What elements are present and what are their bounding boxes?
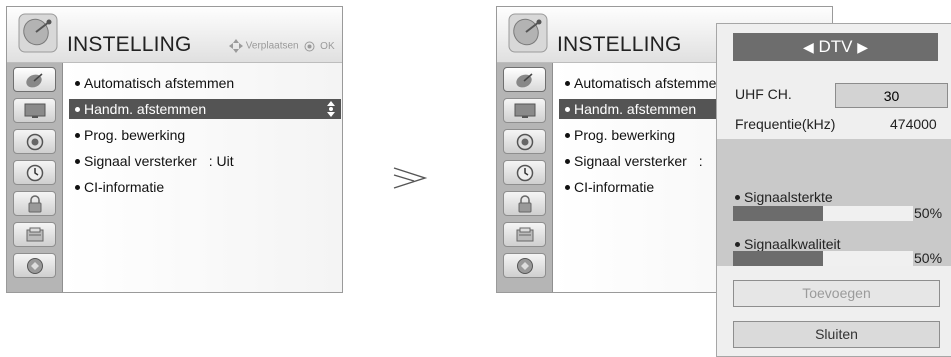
satellite-icon: [25, 72, 42, 87]
category-option[interactable]: [13, 222, 56, 247]
menu-item-label: Handm. afstemmen: [84, 101, 207, 117]
category-usb[interactable]: [13, 253, 56, 278]
satellite-icon: [515, 72, 532, 87]
frequency-label: Frequentie(kHz): [735, 116, 836, 132]
signal-strength-text: Signaalsterkte: [744, 189, 833, 205]
signal-quality-bar: [733, 251, 913, 266]
signal-strength-fill: [733, 206, 823, 221]
signal-strength-label: Signaalsterkte: [735, 189, 833, 205]
bullet: [75, 106, 80, 112]
bullet: [565, 80, 570, 86]
signal-panel: Signaalsterkte 50% Signaalkwaliteit 50%: [717, 139, 951, 266]
category-sidebar: [497, 63, 553, 292]
menu-item-label: Signaal versterker: [84, 153, 197, 169]
menu-item-label: Automatisch afstemme: [574, 75, 717, 91]
signal-quality-text: Signaalkwaliteit: [744, 236, 841, 252]
tv-screen-icon: [514, 103, 535, 118]
bullet: [735, 194, 740, 200]
menu-item-program-edit[interactable]: Prog. bewerking: [565, 125, 675, 145]
category-picture[interactable]: [503, 98, 546, 123]
menu-item-label: Signaal versterker: [574, 153, 687, 169]
bullet: [75, 80, 80, 86]
mode-label: DTV: [818, 37, 853, 56]
category-usb[interactable]: [503, 253, 546, 278]
manual-tuning-dialog: ◀ DTV ▶ UHF CH. 30 Frequentie(kHz) 47400…: [716, 23, 951, 357]
menu-item-signal-booster[interactable]: Signaal versterker : Uit: [75, 151, 234, 171]
category-channel[interactable]: [503, 67, 546, 92]
category-audio[interactable]: [13, 129, 56, 154]
menu-title: INSTELLING: [67, 33, 192, 56]
mode-selector[interactable]: ◀ DTV ▶: [733, 33, 938, 61]
menu-item-ci-info[interactable]: CI-informatie: [75, 177, 164, 197]
lock-icon: [28, 194, 41, 212]
category-sidebar: [7, 63, 63, 292]
setup-menu-left: INSTELLING Verplaatsen OK Automatisch af…: [6, 6, 343, 293]
menu-header: INSTELLING Verplaatsen OK: [7, 7, 342, 63]
frequency-value: 474000: [890, 116, 937, 132]
category-lock[interactable]: [13, 191, 56, 216]
next-step-arrow-icon: [393, 167, 428, 189]
hint-ok-label: OK: [320, 40, 335, 52]
menu-item-manual-tuning[interactable]: Handm. afstemmen: [69, 99, 341, 119]
menu-item-ci-info[interactable]: CI-informatie: [565, 177, 654, 197]
speaker-icon: [516, 133, 533, 150]
menu-item-auto-tuning[interactable]: Automatisch afstemmen: [75, 73, 234, 93]
category-time[interactable]: [503, 160, 546, 185]
arrow-right-icon[interactable]: ▶: [857, 39, 868, 55]
option-icon: [516, 227, 533, 241]
navigation-hint: Verplaatsen OK: [229, 39, 335, 53]
usb-icon: [516, 257, 533, 274]
option-icon: [26, 227, 43, 241]
menu-item-label: Handm. afstemmen: [574, 101, 697, 117]
signal-booster-value: : Uit: [208, 153, 234, 169]
speaker-icon: [26, 133, 43, 150]
uhf-channel-field[interactable]: 30: [835, 83, 948, 108]
signal-booster-value: :: [698, 153, 703, 169]
lock-icon: [518, 194, 531, 212]
menu-item-label: Prog. bewerking: [84, 127, 186, 143]
satellite-dish-icon: [508, 13, 548, 53]
category-picture[interactable]: [13, 98, 56, 123]
menu-item-label: Automatisch afstemmen: [84, 75, 235, 91]
clock-icon: [516, 164, 533, 181]
bullet: [75, 158, 80, 164]
menu-item-signal-booster[interactable]: Signaal versterker :: [565, 151, 703, 171]
clock-icon: [26, 164, 43, 181]
uhf-channel-label: UHF CH.: [735, 86, 792, 102]
ok-button-icon: [304, 41, 315, 51]
menu-item-label: CI-informatie: [84, 179, 165, 195]
menu-item-label: CI-informatie: [574, 179, 655, 195]
bullet: [565, 106, 570, 112]
signal-strength-bar: [733, 206, 913, 221]
arrow-left-icon[interactable]: ◀: [803, 39, 814, 55]
category-audio[interactable]: [503, 129, 546, 154]
bullet: [565, 132, 570, 138]
signal-quality-fill: [733, 251, 823, 266]
menu-list: Automatisch afstemmen Handm. afstemmen P…: [63, 63, 342, 292]
bullet: [75, 132, 80, 138]
menu-item-auto-tuning[interactable]: Automatisch afstemme: [565, 73, 716, 93]
category-option[interactable]: [503, 222, 546, 247]
category-lock[interactable]: [503, 191, 546, 216]
satellite-dish-icon: [18, 13, 58, 53]
bullet: [75, 184, 80, 190]
navigate-arrows-icon: [229, 39, 243, 53]
signal-quality-value: 50%: [914, 250, 943, 266]
signal-strength-value: 50%: [914, 205, 943, 221]
bullet: [735, 241, 740, 247]
category-channel[interactable]: [13, 67, 56, 92]
tv-screen-icon: [24, 103, 45, 118]
bullet: [565, 158, 570, 164]
add-button[interactable]: Toevoegen: [733, 280, 940, 307]
menu-title: INSTELLING: [557, 33, 682, 56]
signal-quality-label: Signaalkwaliteit: [735, 236, 841, 252]
close-button[interactable]: Sluiten: [733, 321, 940, 348]
menu-item-label: Prog. bewerking: [574, 127, 676, 143]
usb-icon: [26, 257, 43, 274]
bullet: [565, 184, 570, 190]
category-time[interactable]: [13, 160, 56, 185]
up-down-icon: [327, 101, 335, 117]
menu-item-program-edit[interactable]: Prog. bewerking: [75, 125, 185, 145]
hint-move-label: Verplaatsen: [245, 40, 299, 52]
